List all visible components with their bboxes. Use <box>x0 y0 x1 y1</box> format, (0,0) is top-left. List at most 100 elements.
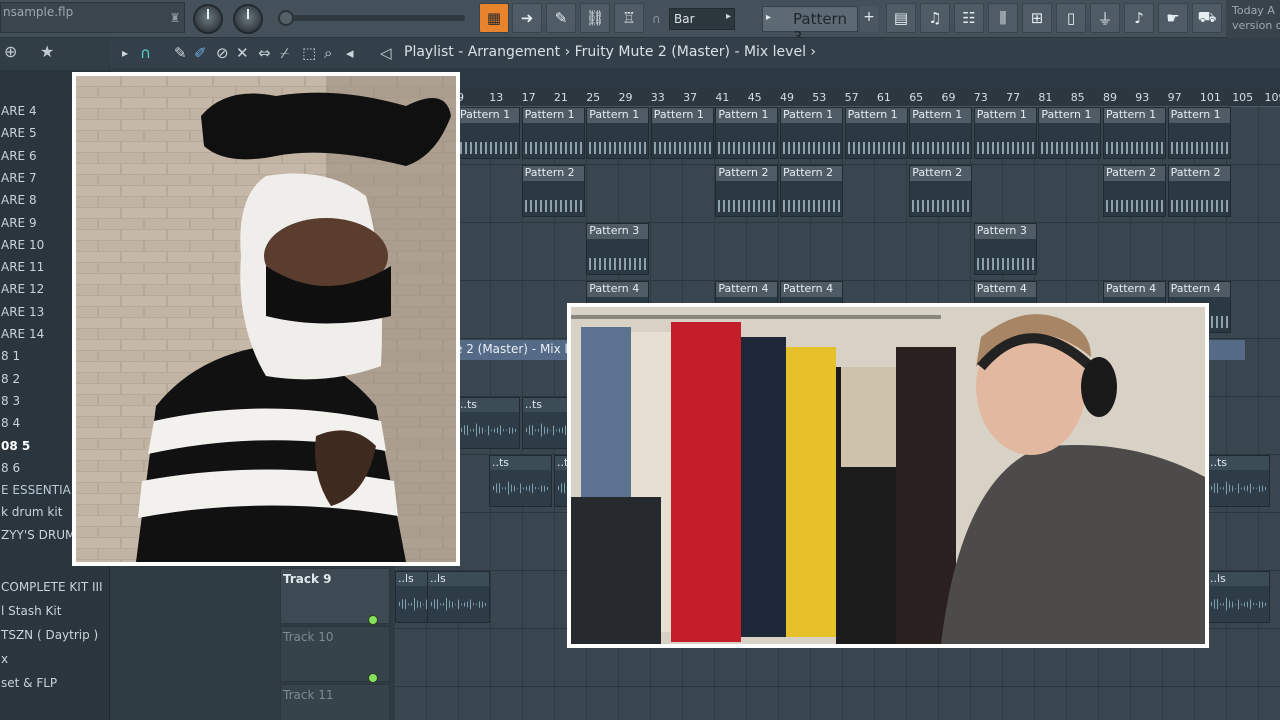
pattern-clip-label: Pattern 2 <box>1104 166 1165 181</box>
magnet-icon[interactable]: ∩ <box>140 44 151 62</box>
audio-clip[interactable]: ..ls <box>427 571 490 623</box>
hint-trunc: A <box>1267 4 1275 17</box>
pattern-clip[interactable]: Pattern 1 <box>909 107 973 159</box>
pattern-selector[interactable]: Pattern 3 <box>762 6 858 46</box>
mixer-window-button[interactable]: ⫼ <box>988 3 1018 33</box>
main-toolbar: nsample.flp ♜ ▦ ➜ ✎ ⛓ ♖ ∩ Bar ▸ Pattern … <box>0 0 1280 46</box>
pattern-clip[interactable]: Pattern 3 <box>973 223 1037 275</box>
pattern-clip[interactable]: Pattern 1 <box>1038 107 1102 159</box>
pattern-clip[interactable]: Pattern 3 <box>586 223 650 275</box>
playlist-window-button[interactable]: ▤ <box>886 3 916 33</box>
track-name: Track 10 <box>283 630 334 644</box>
audio-clip[interactable]: ..ls <box>1207 571 1270 623</box>
pattern-clip-label: Pattern 3 <box>974 224 1036 239</box>
browser-window-button[interactable]: ⊞ <box>1022 3 1052 33</box>
tempo-slider[interactable] <box>280 15 465 21</box>
clothes-rail <box>571 315 941 319</box>
track-header-11[interactable]: Track 11 <box>280 684 390 720</box>
plugin-picker-button[interactable]: ⏚ <box>1090 3 1120 33</box>
stamp-icon[interactable]: ♖ <box>614 3 644 33</box>
pattern-clip-label: Pattern 2 <box>716 166 778 181</box>
audio-waveform <box>461 422 516 438</box>
delete-icon[interactable]: ⊘ <box>216 44 229 62</box>
link-icon[interactable]: ⛓ <box>580 3 610 33</box>
pattern-clip[interactable]: Pattern 1 <box>715 107 779 159</box>
photo-left-image <box>76 76 456 562</box>
browser-item[interactable]: TSZN ( Daytrip ) <box>0 628 110 650</box>
pattern-clip-notes <box>589 142 647 154</box>
pattern-clip[interactable]: Pattern 2 <box>1167 165 1231 217</box>
pencil-tool-button[interactable]: ✎ <box>546 3 576 33</box>
snap-dropdown-arrow-icon[interactable]: ▸ <box>726 11 731 22</box>
master-volume-knob[interactable] <box>193 4 223 34</box>
pattern-clip[interactable]: Pattern 1 <box>586 107 650 159</box>
select-icon[interactable]: ⬚ <box>302 44 316 62</box>
browser-item[interactable]: COMPLETE KIT III <box>0 580 110 602</box>
playlist-menu-arrow-icon[interactable]: ▸ <box>122 46 128 60</box>
timeline-ruler[interactable]: 9 13 17 21 25 29 33 37 41 45 49 53 57 61 65 69 73 77 81 85 8… <box>395 88 1280 107</box>
pattern-clip[interactable]: Pattern 2 <box>715 165 779 217</box>
project-info-button[interactable]: ▯ <box>1056 3 1086 33</box>
browser-item[interactable]: set & FLP <box>0 676 110 698</box>
master-pitch-knob[interactable] <box>233 4 263 34</box>
pattern-clip[interactable]: Pattern 2 <box>780 165 843 217</box>
slice-icon[interactable]: ⌿ <box>280 44 289 62</box>
ruler-tick: 29 <box>618 91 633 104</box>
pattern-clip-label: Pattern 3 <box>587 224 649 239</box>
ruler-tick: 53 <box>812 91 827 104</box>
sherpa-collar <box>841 367 896 467</box>
add-pattern-button[interactable]: + <box>860 6 878 32</box>
pattern-clip[interactable]: Pattern 1 <box>457 107 520 159</box>
globe-icon[interactable]: ⊕ <box>4 42 17 61</box>
shop-cart-icon[interactable]: ⛟ <box>1192 3 1222 33</box>
track-10-led[interactable] <box>368 673 378 683</box>
navy-coat <box>741 337 786 637</box>
audio-waveform <box>431 596 486 612</box>
paint-icon[interactable]: ✐ <box>194 44 207 62</box>
mute-icon[interactable]: ✕ <box>236 44 249 62</box>
ruler-tick: 17 <box>521 91 536 104</box>
audio-clip[interactable]: ..ts <box>457 397 520 449</box>
pattern-clip-notes <box>524 142 582 154</box>
audio-clip[interactable]: ..ts <box>1207 455 1270 507</box>
audio-clip-label: ..ts <box>458 398 519 412</box>
audio-clip[interactable]: ..ts <box>489 455 552 507</box>
speaker-icon[interactable]: ◂ <box>346 44 354 62</box>
midi-icon[interactable]: ♜ <box>166 6 184 30</box>
browser-item[interactable]: x <box>0 652 110 674</box>
pattern-clip[interactable]: Pattern 1 <box>780 107 843 159</box>
photo-person-striped-hood <box>72 72 460 566</box>
pattern-clip[interactable]: Pattern 1 <box>650 107 714 159</box>
pencil-icon[interactable]: ✎ <box>174 44 187 62</box>
ruler-tick: 69 <box>941 91 956 104</box>
microphone-icon[interactable]: ♪ <box>1124 3 1154 33</box>
play-arrow-button[interactable]: ➜ <box>512 3 542 33</box>
pattern-clip[interactable]: Pattern 2 <box>1103 165 1166 217</box>
channel-rack-window-button[interactable]: ☷ <box>954 3 984 33</box>
browser-item[interactable]: l Stash Kit <box>0 604 110 626</box>
ruler-tick: 97 <box>1167 91 1182 104</box>
slip-icon[interactable]: ⇔ <box>258 44 271 62</box>
audio-clip-label: ..ts <box>490 456 551 470</box>
playlist-breadcrumb: Playlist - Arrangement › Fruity Mute 2 (… <box>404 44 816 60</box>
ruler-tick: 73 <box>973 91 988 104</box>
pattern-clip[interactable]: Pattern 2 <box>521 165 585 217</box>
pattern-clip[interactable]: Pattern 1 <box>1167 107 1231 159</box>
pattern-clip[interactable]: Pattern 1 <box>973 107 1037 159</box>
audio-clip-label: ..ts <box>1208 456 1269 470</box>
pattern-clip[interactable]: Pattern 1 <box>1103 107 1166 159</box>
pattern-clip[interactable]: Pattern 1 <box>521 107 585 159</box>
star-icon[interactable]: ★ <box>40 42 54 61</box>
pattern-clip-label: Pattern 1 <box>1104 108 1165 123</box>
piano-roll-window-button[interactable]: ♫ <box>920 3 950 33</box>
pattern-dropdown-arrow-icon[interactable]: ▸ <box>766 12 771 23</box>
pattern-clip[interactable]: Pattern 2 <box>909 165 973 217</box>
pattern-clip-label: Pattern 1 <box>587 108 649 123</box>
ruler-tick: 85 <box>1070 91 1085 104</box>
touch-icon[interactable]: ☛ <box>1158 3 1188 33</box>
pattern-clip[interactable]: Pattern 1 <box>844 107 908 159</box>
zoom-icon[interactable]: ⌕ <box>324 44 332 62</box>
pattern-song-mode-button[interactable]: ▦ <box>479 3 509 33</box>
track-9-led[interactable] <box>368 615 378 625</box>
tempo-slider-handle[interactable] <box>278 10 294 26</box>
